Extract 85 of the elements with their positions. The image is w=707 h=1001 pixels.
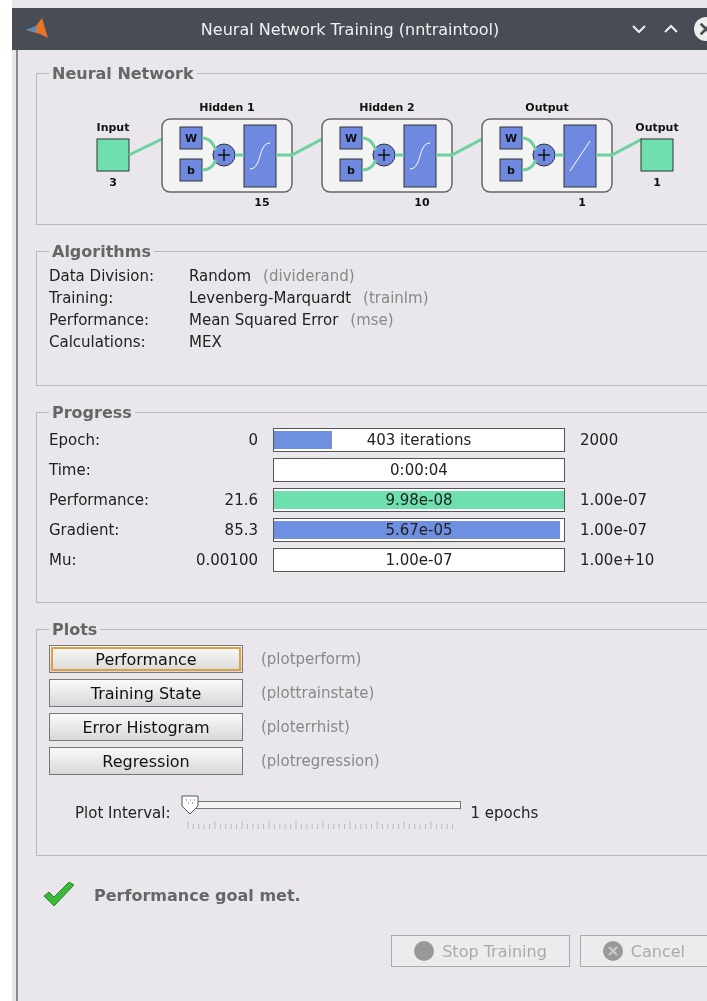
function-name: (plotregression) <box>261 752 380 770</box>
field-value: Random <box>189 267 252 285</box>
stop-icon <box>414 941 435 961</box>
plot-button[interactable]: Error Histogram <box>49 713 243 741</box>
layer-size: 15 <box>254 196 270 209</box>
panel-title: Plots <box>51 620 99 639</box>
connector-line <box>520 136 566 172</box>
function-name: (ploterrhist) <box>261 718 350 736</box>
connector-line <box>128 137 163 157</box>
field-value: Mean Squared Error <box>189 311 339 329</box>
function-name: (plotperform) <box>261 650 362 668</box>
layer-name: Hidden 2 <box>359 101 415 114</box>
output-node <box>640 138 674 172</box>
weight-label: W <box>344 132 358 145</box>
slider-thumb[interactable] <box>180 795 199 815</box>
field-label: Data Division: <box>49 267 156 285</box>
weight-block <box>179 126 203 150</box>
panel-title: Progress <box>51 403 133 422</box>
bias-block <box>179 158 203 182</box>
end-value: 1.00e-07 <box>580 491 648 509</box>
transfer-function-icon <box>243 124 277 188</box>
connector-line <box>360 136 406 172</box>
weight-label: W <box>504 132 518 145</box>
start-value: 21.6 <box>224 491 258 509</box>
window-title: Neural Network Training (nntraintool) <box>199 19 501 39</box>
output-label: Output <box>635 121 679 134</box>
panel-title: Algorithms <box>51 242 152 261</box>
input-size: 3 <box>109 176 117 189</box>
connector-line <box>596 137 643 157</box>
bias-block <box>499 158 523 182</box>
function-name: (trainlm) <box>363 289 429 307</box>
checkmark-icon <box>42 881 76 909</box>
weight-block <box>339 126 363 150</box>
bias-label: b <box>187 164 195 177</box>
progress-reading: 9.98e-08 <box>384 490 454 511</box>
field-label: Calculations: <box>49 333 147 351</box>
sum-icon <box>372 143 396 167</box>
panel-title: Neural Network <box>51 64 195 83</box>
connector-line <box>436 137 483 157</box>
plot-button[interactable]: Regression <box>49 747 243 775</box>
interval-slider[interactable] <box>180 795 461 831</box>
function-name: (dividerand) <box>263 267 355 285</box>
function-name: (plottrainstate) <box>261 684 375 702</box>
field-label: Performance: <box>49 491 151 509</box>
field-label: Time: <box>49 461 92 479</box>
output-size: 1 <box>653 176 661 189</box>
end-value: 1.00e-07 <box>580 521 648 539</box>
bias-label: b <box>507 164 515 177</box>
input-label: Input <box>96 121 130 134</box>
transfer-function-icon <box>563 124 597 188</box>
function-name: (mse) <box>350 311 394 329</box>
end-value: 2000 <box>580 431 619 449</box>
plot-button[interactable]: Performance <box>49 645 243 673</box>
field-value: MEX <box>189 333 222 351</box>
bias-label: b <box>347 164 355 177</box>
progress-reading: 403 iterations <box>365 430 473 451</box>
layer-name: Hidden 1 <box>199 101 255 114</box>
status-message: Performance goal met. <box>94 885 301 905</box>
field-label: Training: <box>49 289 115 307</box>
connector-line <box>276 137 323 157</box>
start-value: 85.3 <box>224 521 258 539</box>
slider-reading: 1 epochs <box>470 804 539 822</box>
bias-block <box>339 158 363 182</box>
slider-label: Plot Interval: <box>75 804 171 822</box>
layer-name: Output <box>525 101 569 114</box>
layer-size: 10 <box>414 196 430 209</box>
plot-button[interactable]: Training State <box>49 679 243 707</box>
sum-icon <box>532 143 556 167</box>
sum-icon <box>212 143 236 167</box>
field-value: Levenberg-Marquardt <box>189 289 352 307</box>
start-value: 0.00100 <box>195 551 258 569</box>
transfer-function-icon <box>403 124 437 188</box>
weight-label: W <box>184 132 198 145</box>
connector-line <box>200 136 246 172</box>
start-value: 0 <box>248 431 258 449</box>
progress-reading: 5.67e-05 <box>384 520 454 541</box>
cancel-icon <box>602 941 623 961</box>
field-label: Gradient: <box>49 521 121 539</box>
field-label: Performance: <box>49 311 151 329</box>
input-node <box>96 138 130 172</box>
layer-size: 1 <box>578 196 586 209</box>
field-label: Epoch: <box>49 431 101 449</box>
field-label: Mu: <box>49 551 78 569</box>
weight-block <box>499 126 523 150</box>
end-value: 1.00e+10 <box>580 551 655 569</box>
